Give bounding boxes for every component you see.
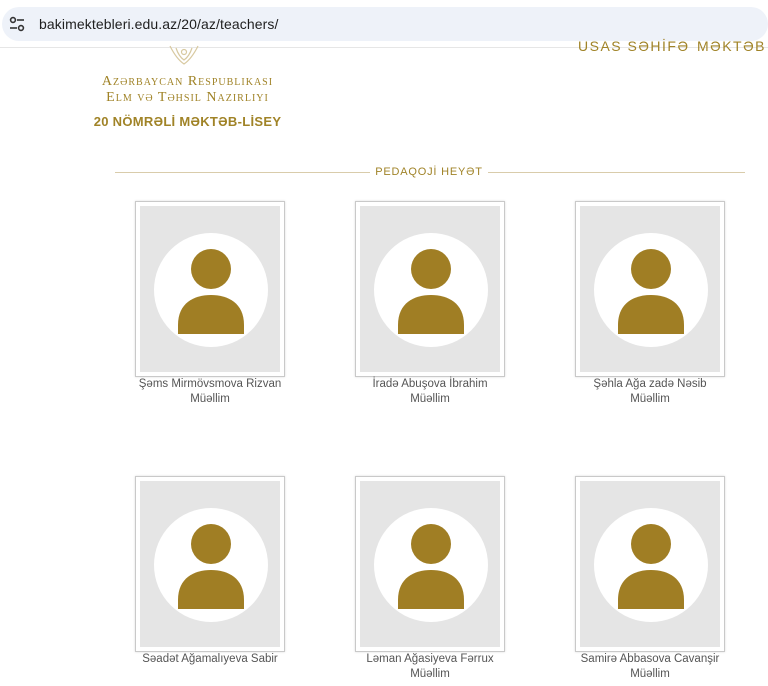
section-divider-right <box>488 172 745 173</box>
teacher-role: Müəllim <box>190 393 230 405</box>
teacher-name[interactable]: Şəms Mirmövsmova Rizvan <box>115 377 305 392</box>
user-avatar-icon <box>374 508 488 622</box>
tune-icon[interactable] <box>8 15 26 33</box>
teacher-name[interactable]: Ləman Ağasiyeva Fərrux <box>335 652 525 667</box>
teacher-name[interactable]: Şəhla Ağa zadə Nəsib <box>555 377 745 392</box>
teacher-photo[interactable] <box>135 476 285 652</box>
ministry-name-line1: Azərbaycan Respublikası <box>101 74 274 89</box>
teacher-name[interactable]: İradə Abuşova İbrahim <box>335 377 525 392</box>
teacher-role: Müəllim <box>410 668 450 680</box>
user-avatar-icon <box>594 508 708 622</box>
teacher-name[interactable]: Səadət Ağamalıyeva Sabir <box>115 652 305 667</box>
user-avatar-icon <box>594 233 708 347</box>
school-name[interactable]: 20 NÖMRƏLİ MƏKTƏB-LİSEY <box>80 114 295 129</box>
user-avatar-icon <box>154 233 268 347</box>
section-title: PEDAQOJİ HEYƏT <box>375 166 483 178</box>
section-divider-left <box>115 172 370 173</box>
teacher-photo[interactable] <box>355 476 505 652</box>
nav-item-home[interactable]: USAS SƏHİFƏ <box>578 38 689 54</box>
teacher-role: Müəllim <box>630 393 670 405</box>
logo-emblem-icon <box>169 45 199 65</box>
ministry-name-line2: Elm və Təhsil Nazirliyi <box>106 90 269 105</box>
teacher-photo[interactable] <box>575 476 725 652</box>
teacher-photo[interactable] <box>355 201 505 377</box>
nav-item-school[interactable]: MƏKTƏB <box>697 38 766 54</box>
teacher-role: Müəllim <box>630 668 670 680</box>
url-field[interactable]: bakimektebleri.edu.az/20/az/teachers/ <box>2 7 768 41</box>
teacher-photo[interactable] <box>575 201 725 377</box>
url-text[interactable]: bakimektebleri.edu.az/20/az/teachers/ <box>39 16 279 32</box>
user-avatar-icon <box>374 233 488 347</box>
teacher-photo[interactable] <box>135 201 285 377</box>
teacher-name[interactable]: Samirə Abbasova Cavanşir <box>555 652 745 667</box>
user-avatar-icon <box>154 508 268 622</box>
teacher-role: Müəllim <box>410 393 450 405</box>
